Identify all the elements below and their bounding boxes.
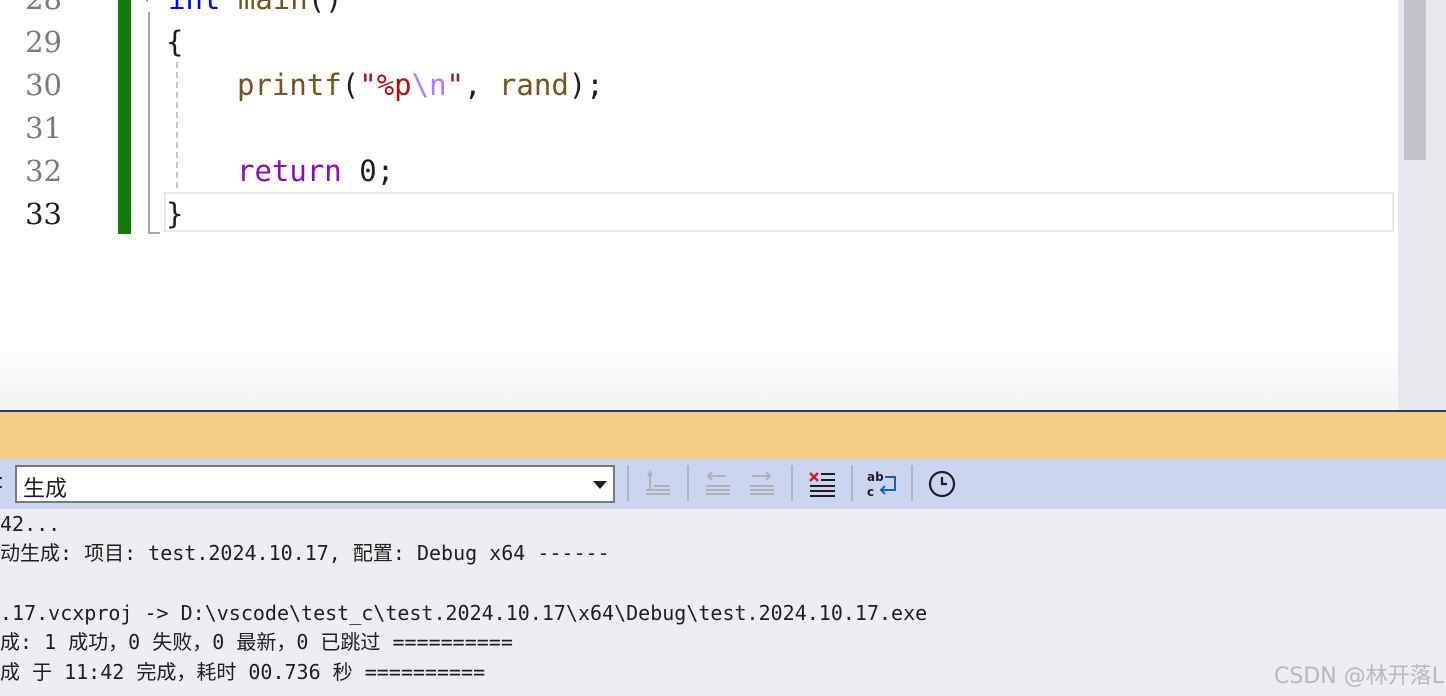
change-tracking-bar <box>118 0 131 234</box>
output-panel-title-bar[interactable] <box>0 412 1446 459</box>
toolbar-separator <box>851 465 853 501</box>
output-toolbar: : 生成 <box>0 459 1446 509</box>
word-wrap-button[interactable]: ab c <box>863 465 901 503</box>
watermark: CSDN @林开落L <box>1274 664 1444 689</box>
code-line-30[interactable]: printf("%p\n", rand); <box>237 64 604 107</box>
escape-sequence: \n <box>411 68 447 102</box>
scrollbar-thumb[interactable] <box>1404 0 1426 160</box>
parens: () <box>308 0 343 16</box>
output-source-dropdown[interactable]: 生成 <box>15 465 615 503</box>
close-paren: ); <box>568 68 604 102</box>
next-message-button[interactable] <box>743 465 781 503</box>
keyword: int <box>168 0 220 16</box>
clock-icon <box>928 470 956 498</box>
code-editor[interactable]: 28 29 30 31 32 33 ⌄ int main() { printf(… <box>0 0 1446 412</box>
output-text-area[interactable]: 42... 动生成: 项目: test.2024.10.17, 配置: Debu… <box>0 509 1446 696</box>
show-timestamps-button[interactable] <box>923 465 961 503</box>
toolbar-separator <box>911 465 913 501</box>
previous-message-button[interactable] <box>699 465 737 503</box>
string-quote: " <box>446 68 465 102</box>
line-number: 32 <box>25 154 62 188</box>
number-literal: 0 <box>359 154 377 188</box>
output-line: 动生成: 项目: test.2024.10.17, 配置: Debug x64 … <box>0 541 610 565</box>
editor-background-fade <box>0 340 1400 412</box>
selected-source: 生成 <box>23 477 68 502</box>
toggle-word-wrap-icon: ab c <box>867 470 896 499</box>
output-line: .17.vcxproj -> D:\vscode\test_c\test.202… <box>0 601 928 625</box>
argument: rand <box>498 68 569 102</box>
find-message-button[interactable] <box>639 465 677 503</box>
find-previous-message-icon <box>646 469 670 495</box>
svg-text:c: c <box>867 485 874 499</box>
keyword: return <box>237 154 342 188</box>
clear-all-icon <box>809 472 835 497</box>
source-label-colon: : <box>0 471 4 494</box>
svg-text:ab: ab <box>867 470 884 484</box>
toolbar-separator <box>791 465 793 501</box>
current-line-number: 33 <box>25 197 62 231</box>
line-number: 28 <box>0 0 62 21</box>
code-line-28[interactable]: int main() <box>168 0 343 21</box>
output-line: 42... <box>0 512 61 536</box>
format-specifier: %p <box>376 68 412 102</box>
line-number: 30 <box>25 68 62 102</box>
semicolon: ; <box>376 154 395 188</box>
function-call: printf <box>237 68 342 102</box>
indent-guide <box>176 62 178 188</box>
fold-guide-end <box>148 232 160 234</box>
function-name: main <box>238 0 308 16</box>
fold-guide <box>148 12 150 234</box>
code-line-33[interactable]: } <box>166 193 183 236</box>
go-to-next-icon <box>750 471 774 495</box>
line-number: 29 <box>25 25 62 59</box>
open-paren: ( <box>341 68 360 102</box>
toolbar-separator <box>687 465 689 501</box>
current-line-highlight <box>164 192 1394 232</box>
output-line: 成: 1 成功，0 失败，0 最新，0 已跳过 ========== <box>0 630 513 654</box>
output-line: 成 于 11:42 完成，耗时 00.736 秒 ========== <box>0 660 486 684</box>
chevron-down-icon <box>593 481 607 489</box>
comma: , <box>464 68 499 102</box>
line-number: 31 <box>25 111 62 145</box>
toolbar-separator <box>627 465 629 501</box>
string-quote: " <box>359 68 377 102</box>
go-to-previous-icon <box>706 471 730 495</box>
clear-all-button[interactable] <box>803 465 841 503</box>
code-line-29[interactable]: { <box>166 21 183 64</box>
code-line-32[interactable]: return 0; <box>237 150 394 193</box>
collapse-chevron-icon[interactable]: ⌄ <box>143 0 151 4</box>
